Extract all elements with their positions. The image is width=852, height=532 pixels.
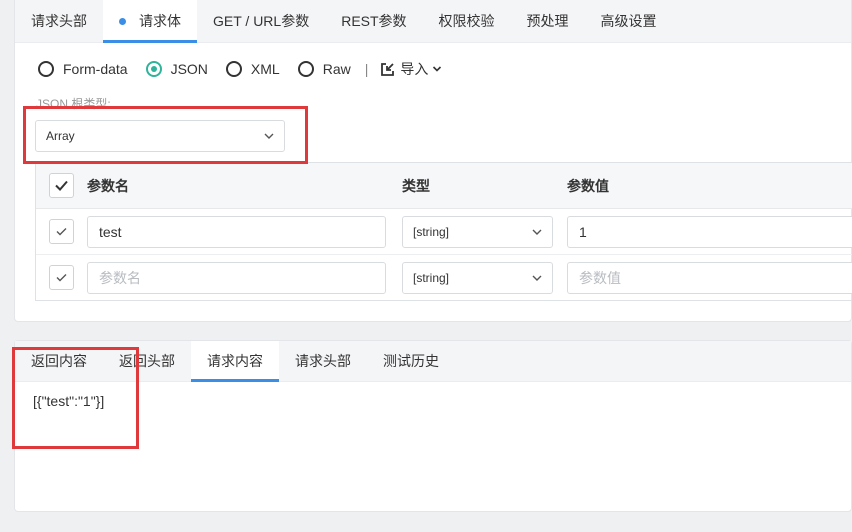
tab-request-body[interactable]: 请求体 <box>103 0 197 43</box>
tab-label: 测试历史 <box>383 353 439 369</box>
chevron-down-icon <box>264 133 274 139</box>
param-value-input[interactable]: 参数值 <box>567 262 852 294</box>
check-icon <box>56 274 67 282</box>
request-tabs: 请求头部 请求体 GET / URL参数 REST参数 权限校验 预处理 高级设… <box>15 0 851 43</box>
radio-form-data[interactable]: Form-data <box>38 61 128 77</box>
param-name-input[interactable]: test <box>87 216 386 248</box>
tab-preprocess[interactable]: 预处理 <box>511 0 585 42</box>
radio-label: JSON <box>170 61 208 77</box>
tab-advanced-settings[interactable]: 高级设置 <box>585 0 673 42</box>
radio-json[interactable]: JSON <box>145 61 208 77</box>
tab-response-headers[interactable]: 返回头部 <box>103 341 191 381</box>
json-root-type-label: JSON 根类型: <box>36 97 111 111</box>
body-type-radio-group: Form-data JSON XML Raw | 导入 <box>38 59 447 79</box>
radio-circle-icon <box>38 61 54 77</box>
tab-test-history[interactable]: 测试历史 <box>367 341 455 381</box>
radio-label: Raw <box>322 61 351 77</box>
row-checkbox[interactable] <box>49 219 74 244</box>
radio-checked-icon <box>145 61 162 77</box>
param-value-input[interactable]: 1 <box>567 216 852 248</box>
check-icon <box>56 228 67 236</box>
response-tabs: 返回内容 返回头部 请求内容 请求头部 测试历史 <box>15 341 851 382</box>
select-value: [string] <box>413 271 450 285</box>
radio-label: XML <box>250 61 280 77</box>
import-icon <box>381 62 395 76</box>
tab-label: 请求头部 <box>31 13 87 29</box>
param-type-select[interactable]: [string] <box>402 216 553 248</box>
tab-label: 请求体 <box>139 13 181 29</box>
tab-get-url-params[interactable]: GET / URL参数 <box>197 0 325 42</box>
separator: | <box>364 61 369 77</box>
response-panel: 返回内容 返回头部 请求内容 请求头部 测试历史 [{"test":"1"}] <box>14 340 852 512</box>
tab-label: 预处理 <box>526 13 569 29</box>
tab-request-headers[interactable]: 请求头部 <box>15 0 103 42</box>
tab-label: 高级设置 <box>600 13 657 29</box>
params-table: 参数名 类型 参数值 test [string] 1 参数名 [string] <box>35 162 852 301</box>
radio-circle-icon <box>297 61 314 77</box>
request-config-panel: 请求头部 请求体 GET / URL参数 REST参数 权限校验 预处理 高级设… <box>14 0 852 322</box>
param-type-select[interactable]: [string] <box>402 262 553 294</box>
column-header-name: 参数名 <box>87 178 129 194</box>
tab-auth[interactable]: 权限校验 <box>423 0 511 42</box>
tab-request-headers-sent[interactable]: 请求头部 <box>279 341 367 381</box>
chevron-down-icon <box>532 229 542 235</box>
radio-label: Form-data <box>63 61 128 77</box>
tab-label: 请求内容 <box>207 353 263 369</box>
row-checkbox[interactable] <box>49 265 74 290</box>
tab-rest-params[interactable]: REST参数 <box>325 0 422 42</box>
import-label: 导入 <box>400 61 429 77</box>
tab-label: GET / URL参数 <box>213 13 310 29</box>
active-dot-icon <box>119 17 126 25</box>
import-button[interactable]: 导入 <box>380 59 447 79</box>
select-value: [string] <box>413 225 450 239</box>
radio-circle-icon <box>225 61 242 77</box>
column-header-type: 类型 <box>402 178 430 194</box>
tab-request-content[interactable]: 请求内容 <box>191 341 279 382</box>
param-name-input[interactable]: 参数名 <box>87 262 386 294</box>
column-header-value: 参数值 <box>567 178 609 194</box>
tab-label: 请求头部 <box>295 353 351 369</box>
table-row: 参数名 [string] 参数值 <box>36 255 852 301</box>
radio-xml[interactable]: XML <box>225 61 280 77</box>
tab-label: 返回头部 <box>119 353 175 369</box>
table-header: 参数名 类型 参数值 <box>36 163 852 209</box>
tab-label: 返回内容 <box>31 353 87 369</box>
tab-label: 权限校验 <box>438 13 495 29</box>
json-root-type-select[interactable]: Array <box>35 120 285 152</box>
tab-label: REST参数 <box>341 13 407 29</box>
radio-raw[interactable]: Raw <box>297 61 351 77</box>
select-all-checkbox[interactable] <box>49 173 74 198</box>
chevron-down-icon <box>433 66 442 72</box>
tab-response-content[interactable]: 返回内容 <box>15 341 103 381</box>
chevron-down-icon <box>532 275 542 281</box>
check-icon <box>55 180 68 191</box>
select-value: Array <box>46 129 75 143</box>
table-row: test [string] 1 <box>36 209 852 255</box>
request-content-text: [{"test":"1"}] <box>33 393 105 409</box>
